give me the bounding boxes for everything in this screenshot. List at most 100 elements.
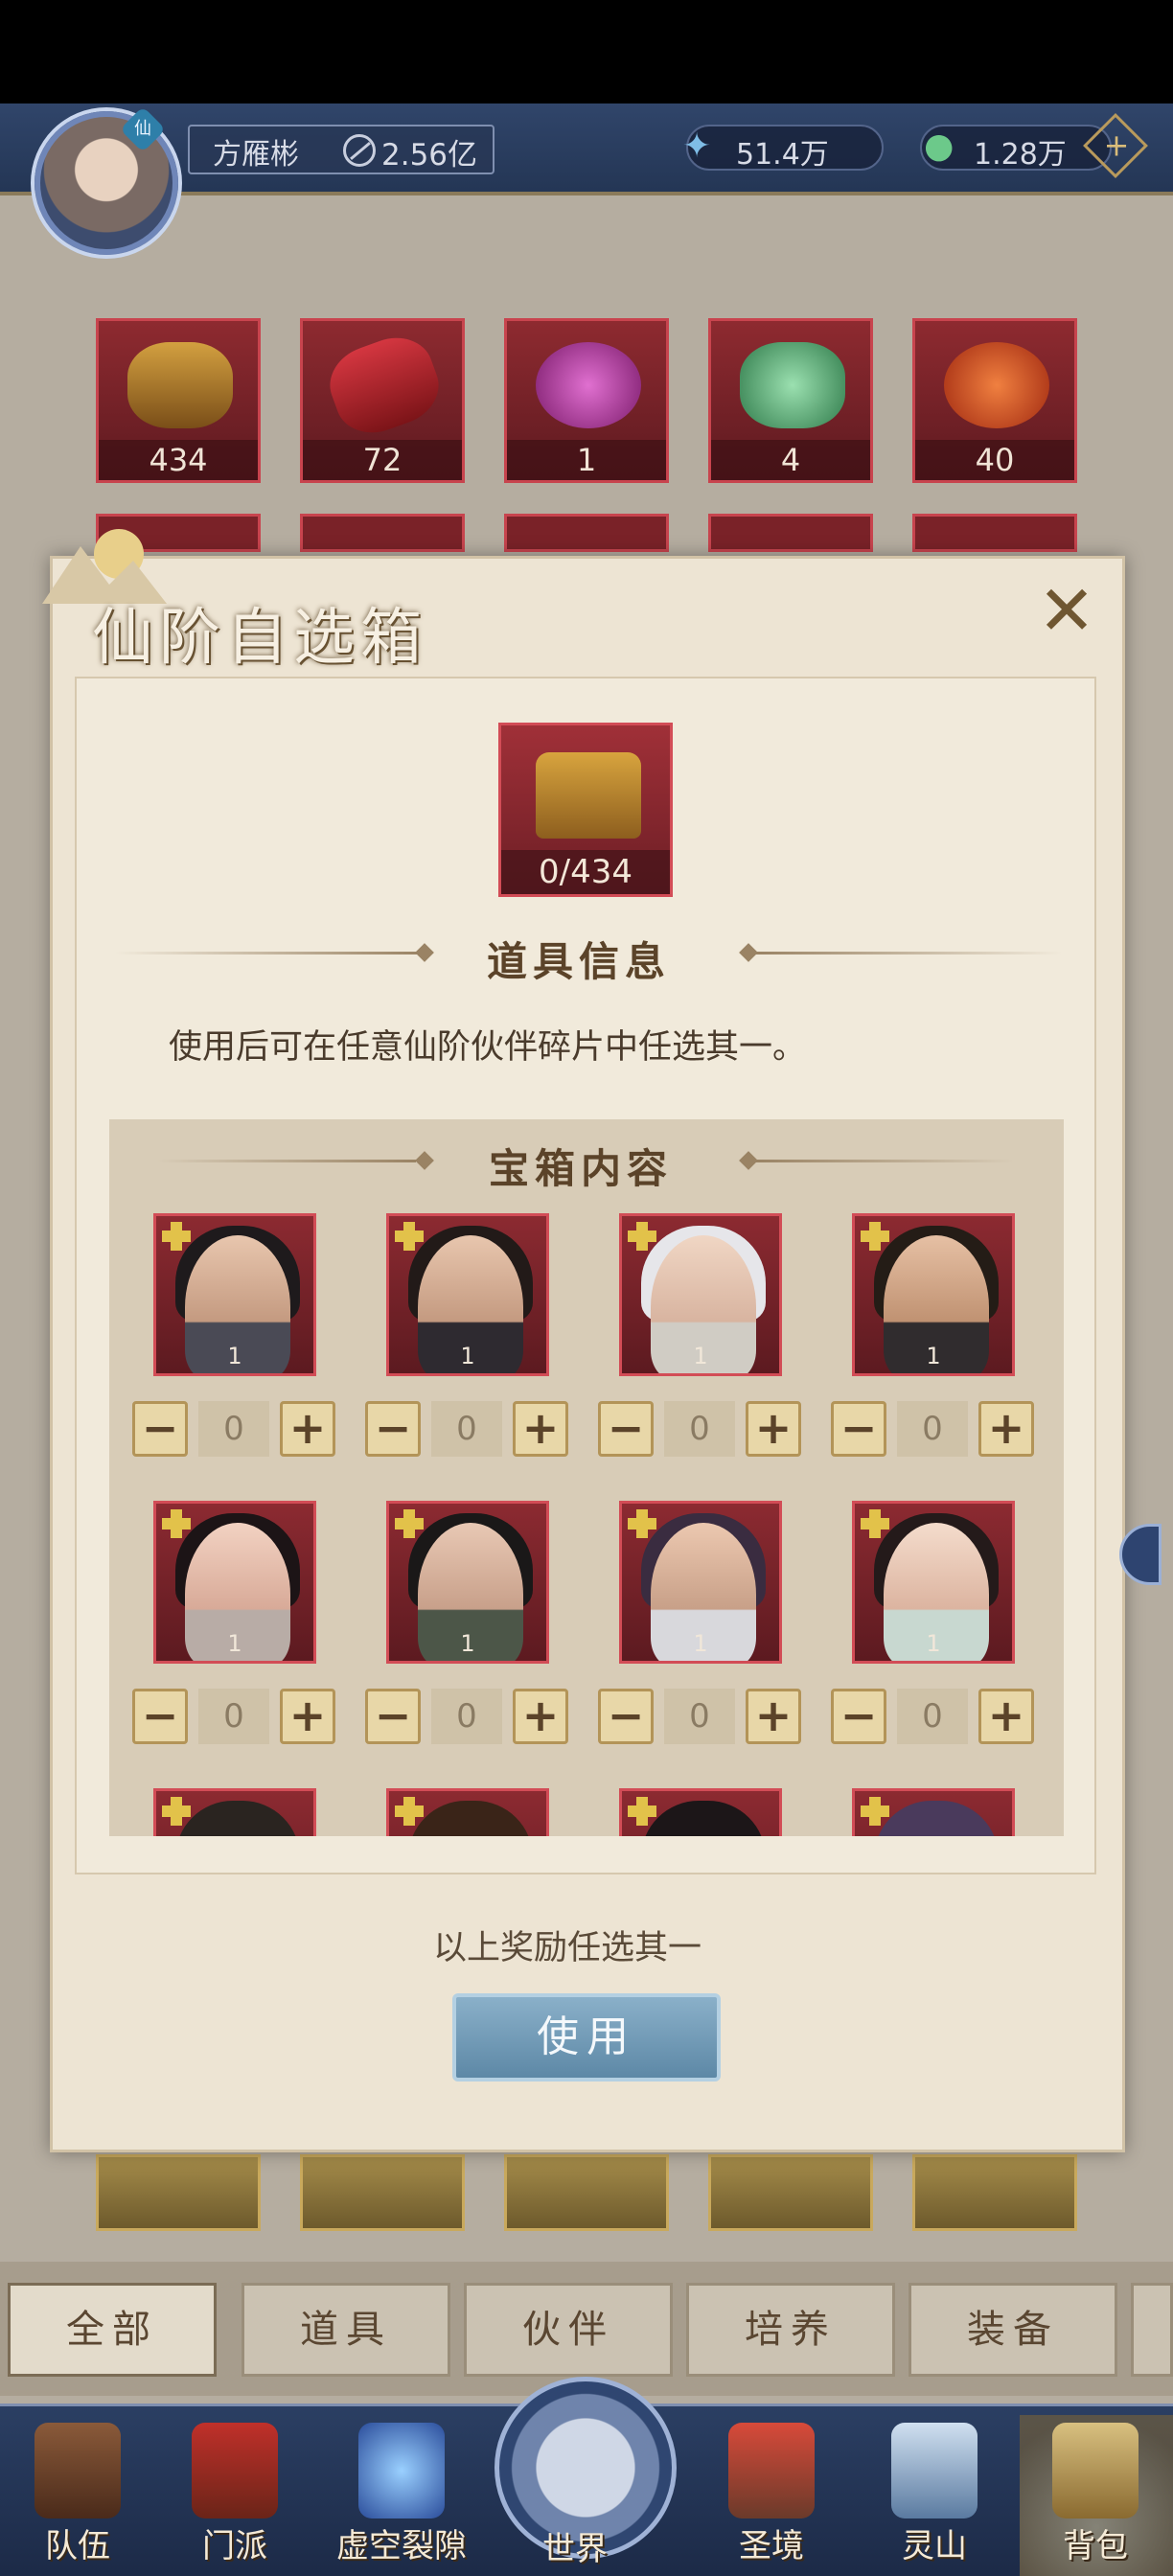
tab-all[interactable]: 全部 bbox=[8, 2283, 217, 2377]
partner-shard-card[interactable]: 1 bbox=[852, 1213, 1015, 1376]
inventory-item[interactable]: 40 bbox=[912, 318, 1077, 483]
item-info-title: 道具信息 bbox=[487, 938, 672, 985]
crystal-currency-value: 51.4万 bbox=[736, 138, 829, 172]
shard-count: 1 bbox=[460, 1343, 475, 1369]
nav-label: 背包 bbox=[1063, 2527, 1128, 2565]
quantity-value: 0 bbox=[431, 1401, 502, 1457]
inventory-item[interactable] bbox=[912, 2154, 1077, 2231]
decrease-button[interactable]: − bbox=[598, 1689, 654, 1744]
divider-right bbox=[755, 952, 1062, 954]
nav-label: 门派 bbox=[202, 2527, 267, 2565]
partner-shard-card[interactable]: 1 bbox=[852, 1501, 1015, 1664]
fire-dragon-icon bbox=[944, 342, 1049, 428]
decrease-button[interactable]: − bbox=[365, 1401, 421, 1457]
nav-team[interactable]: 队伍 bbox=[15, 2415, 140, 2576]
orb-icon bbox=[536, 342, 641, 428]
power-icon bbox=[343, 134, 376, 167]
quantity-value: 0 bbox=[431, 1689, 502, 1744]
increase-button[interactable]: + bbox=[513, 1401, 568, 1457]
shard-icon bbox=[628, 1222, 656, 1251]
decrease-button[interactable]: − bbox=[365, 1689, 421, 1744]
crystal-icon: ✦ bbox=[682, 126, 712, 166]
decrease-button[interactable]: − bbox=[132, 1689, 188, 1744]
power-value: 2.56亿 bbox=[381, 138, 478, 172]
shard-icon bbox=[162, 1509, 191, 1538]
inventory-item[interactable] bbox=[708, 2154, 873, 2231]
inventory-item[interactable] bbox=[96, 2154, 261, 2231]
shard-icon bbox=[162, 1222, 191, 1251]
partner-shard-card[interactable] bbox=[153, 1788, 316, 1836]
item-count: 434 bbox=[99, 440, 258, 480]
partner-shard-card[interactable]: 1 bbox=[619, 1501, 782, 1664]
status-bar bbox=[0, 0, 1173, 104]
shard-icon bbox=[395, 1222, 424, 1251]
shard-count: 1 bbox=[693, 1630, 708, 1657]
nav-label: 圣境 bbox=[739, 2527, 804, 2565]
inventory-item[interactable] bbox=[300, 514, 465, 552]
inventory-item[interactable]: 4 bbox=[708, 318, 873, 483]
backpack-icon bbox=[1052, 2423, 1138, 2518]
partner-shard-card[interactable]: 1 bbox=[153, 1213, 316, 1376]
inventory-item[interactable] bbox=[504, 514, 669, 552]
partner-shard-card[interactable] bbox=[852, 1788, 1015, 1836]
jade-lotus-icon bbox=[740, 342, 845, 428]
increase-button[interactable]: + bbox=[513, 1689, 568, 1744]
divider-diamond bbox=[415, 1151, 434, 1170]
decrease-button[interactable]: − bbox=[598, 1401, 654, 1457]
world-label: 世界 bbox=[542, 2530, 608, 2568]
modal-title: 仙阶自选箱 bbox=[92, 603, 427, 674]
item-description: 使用后可在任意仙阶伙伴碎片中任选其一。 bbox=[169, 1028, 807, 1067]
shard-icon bbox=[861, 1797, 889, 1826]
increase-button[interactable]: + bbox=[978, 1689, 1034, 1744]
item-count: 40 bbox=[915, 440, 1074, 480]
quantity-value: 0 bbox=[897, 1401, 968, 1457]
close-icon[interactable]: ✕ bbox=[1035, 576, 1098, 645]
decrease-button[interactable]: − bbox=[831, 1401, 886, 1457]
side-shortcut-icon[interactable] bbox=[1119, 1524, 1162, 1585]
tab-cultivate[interactable]: 培养 bbox=[686, 2283, 895, 2377]
shard-count: 1 bbox=[460, 1630, 475, 1657]
item-count: 72 bbox=[303, 440, 462, 480]
partner-shard-card[interactable]: 1 bbox=[386, 1213, 549, 1376]
increase-button[interactable]: + bbox=[746, 1401, 801, 1457]
partner-shard-card[interactable]: 1 bbox=[619, 1213, 782, 1376]
chest-contents-panel: 宝箱内容 1 1 1 1 − 0 + − 0 + − 0 + − 0 + 1 1… bbox=[109, 1119, 1064, 1836]
tab-more[interactable] bbox=[1131, 2283, 1173, 2377]
select-one-note: 以上奖励任选其一 bbox=[433, 1929, 702, 1967]
inventory-item[interactable] bbox=[708, 514, 873, 552]
inventory-item[interactable]: 1 bbox=[504, 318, 669, 483]
increase-button[interactable]: + bbox=[978, 1401, 1034, 1457]
partner-shard-card[interactable]: 1 bbox=[386, 1501, 549, 1664]
item-owned-count: 0/434 bbox=[501, 850, 670, 894]
tab-equipment[interactable]: 装备 bbox=[908, 2283, 1117, 2377]
inventory-item[interactable] bbox=[912, 514, 1077, 552]
tab-partners[interactable]: 伙伴 bbox=[464, 2283, 673, 2377]
nav-backpack[interactable]: 背包 bbox=[1033, 2415, 1158, 2576]
inventory-item[interactable]: 72 bbox=[300, 318, 465, 483]
nav-void-rift[interactable]: 虚空裂隙 bbox=[330, 2415, 473, 2576]
nav-holy-realm[interactable]: 圣境 bbox=[709, 2415, 834, 2576]
partner-shard-card[interactable] bbox=[386, 1788, 549, 1836]
nav-spirit-mountain[interactable]: 灵山 bbox=[872, 2415, 997, 2576]
inventory-item[interactable] bbox=[300, 2154, 465, 2231]
nav-label: 队伍 bbox=[45, 2527, 110, 2565]
tab-items[interactable]: 道具 bbox=[242, 2283, 450, 2377]
item-count: 1 bbox=[507, 440, 666, 480]
inventory-item[interactable] bbox=[504, 2154, 669, 2231]
decrease-button[interactable]: − bbox=[831, 1689, 886, 1744]
increase-button[interactable]: + bbox=[746, 1689, 801, 1744]
inventory-item[interactable]: 434 bbox=[96, 318, 261, 483]
shard-icon bbox=[162, 1797, 191, 1826]
nav-sect[interactable]: 门派 bbox=[172, 2415, 297, 2576]
shard-icon bbox=[628, 1797, 656, 1826]
quantity-value: 0 bbox=[198, 1401, 269, 1457]
player-name: 方雁彬 bbox=[213, 138, 299, 172]
partner-shard-card[interactable] bbox=[619, 1788, 782, 1836]
decrease-button[interactable]: − bbox=[132, 1401, 188, 1457]
increase-button[interactable]: + bbox=[280, 1689, 335, 1744]
quantity-value: 0 bbox=[897, 1689, 968, 1744]
use-button[interactable]: 使用 bbox=[452, 1993, 721, 2082]
vortex-icon bbox=[358, 2423, 445, 2518]
increase-button[interactable]: + bbox=[280, 1401, 335, 1457]
partner-shard-card[interactable]: 1 bbox=[153, 1501, 316, 1664]
